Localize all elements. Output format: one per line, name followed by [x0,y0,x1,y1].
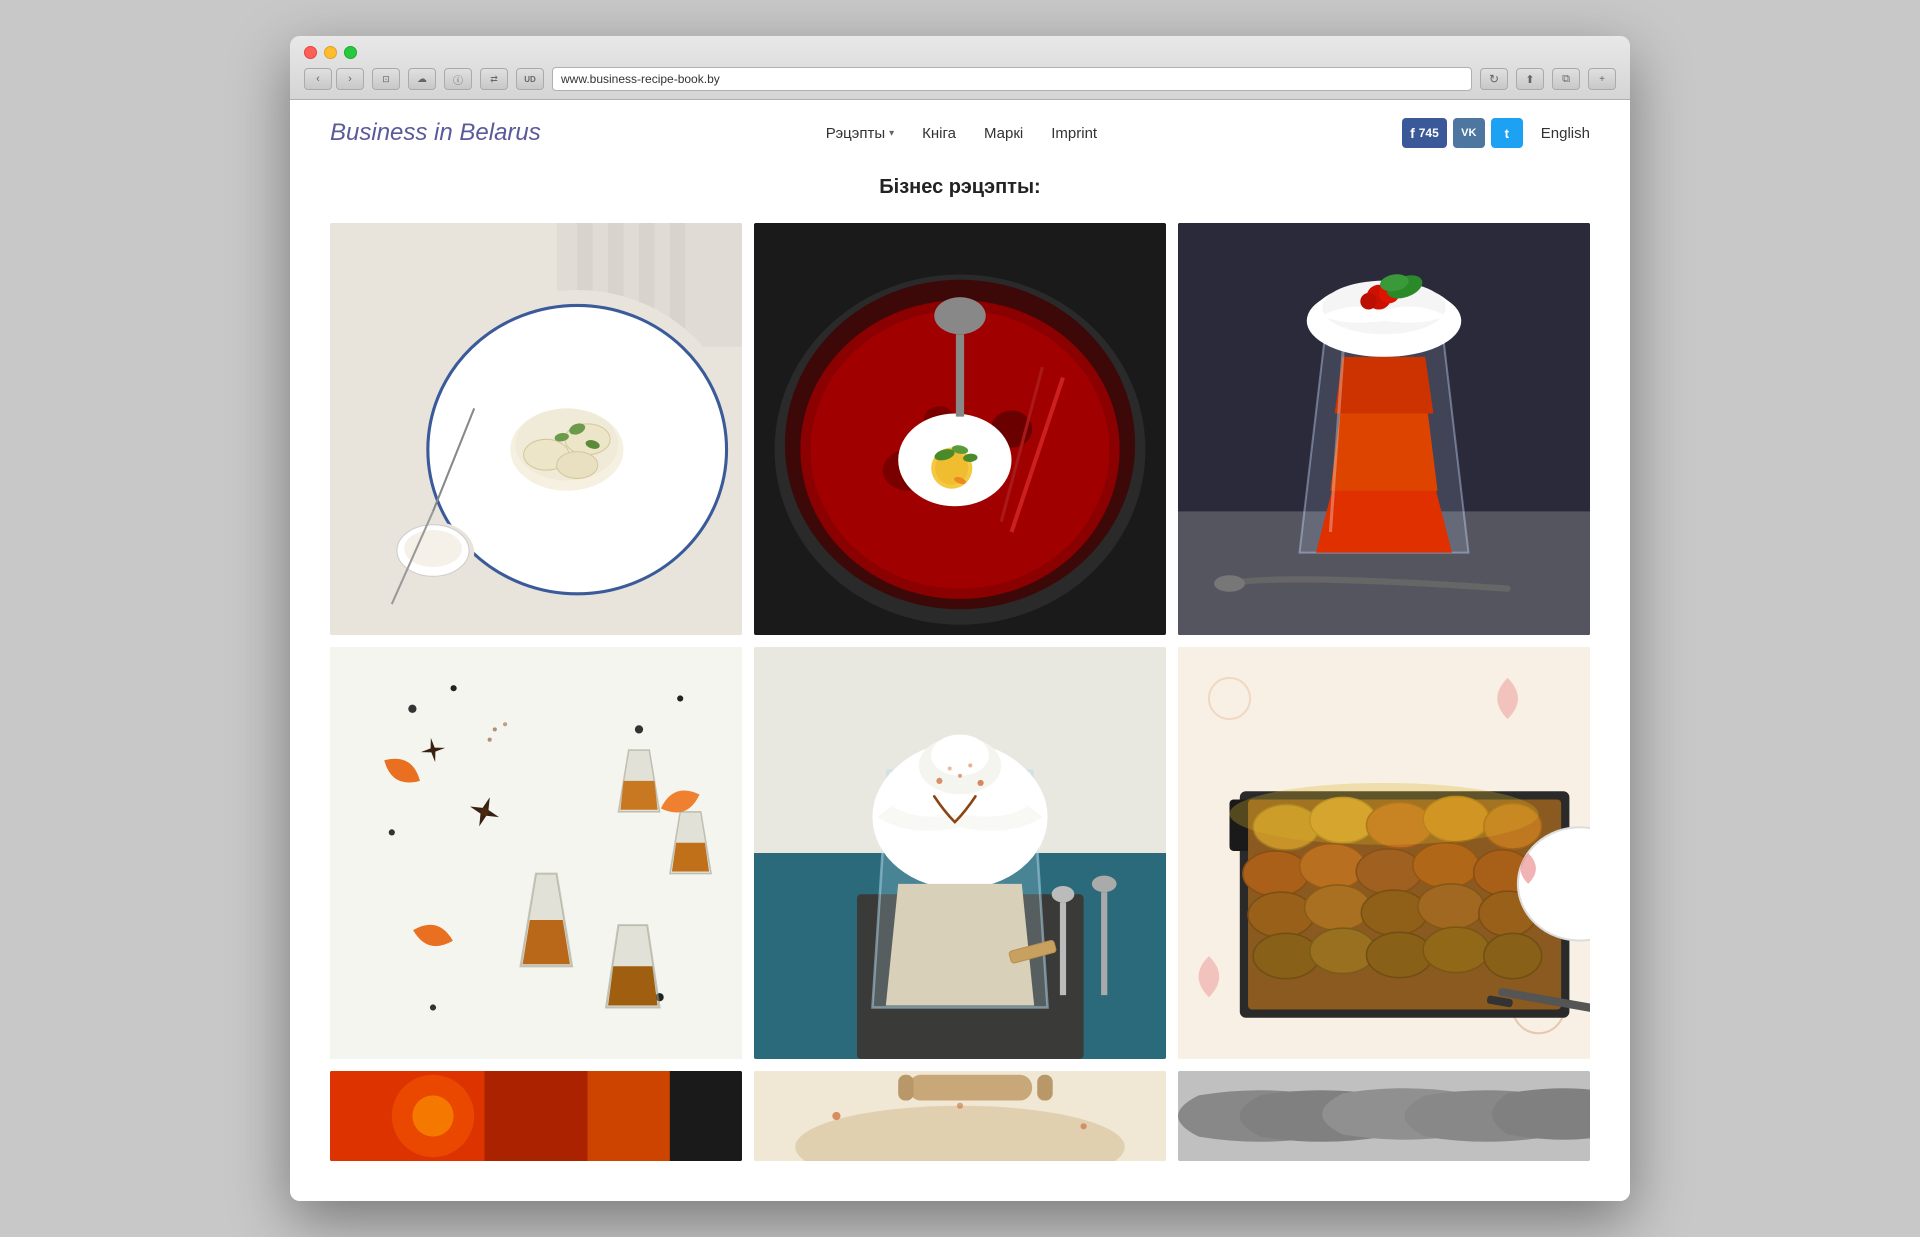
address-bar[interactable]: www.business-recipe-book.by [552,67,1472,91]
vk-icon: VK [1461,127,1476,139]
twitter-icon: t [1505,126,1509,141]
nav-stamps[interactable]: Маркі [984,125,1023,142]
share-tools-button[interactable]: ⇄ [480,68,508,90]
nav-recipes[interactable]: Рэцэпты ▾ [826,125,894,142]
facebook-button[interactable]: f 745 [1402,118,1447,148]
traffic-lights [304,46,1616,59]
recipe-card-4[interactable] [330,647,742,1059]
recipe-card-7-partial[interactable] [330,1071,742,1161]
site-logo[interactable]: Business in Belarus [330,119,541,147]
recipe-card-2[interactable] [754,223,1166,635]
add-bookmark-button[interactable]: ⧉ [1552,68,1580,90]
browser-toolbar: ‹ › ⊡ ☁ ⓘ ⇄ UD www.business-recipe-book.… [304,67,1616,91]
twitter-button[interactable]: t [1491,118,1523,148]
browser-window: ‹ › ⊡ ☁ ⓘ ⇄ UD www.business-recipe-book.… [290,36,1630,1201]
back-button[interactable]: ‹ [304,68,332,90]
forward-button[interactable]: › [336,68,364,90]
bottom-recipe-row [330,1071,1590,1161]
new-tab-button[interactable]: + [1588,68,1616,90]
nav-imprint[interactable]: Imprint [1051,125,1097,142]
facebook-count: 745 [1419,126,1439,140]
share-button[interactable]: ⬆ [1516,68,1544,90]
site-nav: Рэцэпты ▾ Кніга Маркі Imprint [826,125,1097,142]
close-button[interactable] [304,46,317,59]
cloud-button[interactable]: ☁ [408,68,436,90]
recipe-card-9-partial[interactable] [1178,1071,1590,1161]
recipe-card-3[interactable] [1178,223,1590,635]
nav-buttons: ‹ › [304,68,364,90]
vk-button[interactable]: VK [1453,118,1485,148]
info-button[interactable]: ⓘ [444,68,472,90]
social-buttons: f 745 VK t English [1402,118,1590,148]
up-button[interactable]: UD [516,68,544,90]
reader-button[interactable]: ⊡ [372,68,400,90]
chevron-down-icon: ▾ [889,128,894,139]
recipe-card-1[interactable] [330,223,742,635]
browser-chrome: ‹ › ⊡ ☁ ⓘ ⇄ UD www.business-recipe-book.… [290,36,1630,100]
page-content: Business in Belarus Рэцэпты ▾ Кніга Марк… [290,100,1630,1201]
facebook-icon: f [1410,125,1415,141]
recipe-card-5[interactable] [754,647,1166,1059]
page-title: Бізнес рэцэпты: [330,176,1590,199]
recipe-grid [330,223,1590,1059]
refresh-button[interactable]: ↻ [1480,68,1508,90]
main-content: Бізнес рэцэпты: [290,166,1630,1201]
recipe-card-8-partial[interactable] [754,1071,1166,1161]
recipe-card-6[interactable] [1178,647,1590,1059]
site-header: Business in Belarus Рэцэпты ▾ Кніга Марк… [290,100,1630,166]
maximize-button[interactable] [344,46,357,59]
nav-book[interactable]: Кніга [922,125,956,142]
minimize-button[interactable] [324,46,337,59]
language-selector[interactable]: English [1541,125,1590,142]
